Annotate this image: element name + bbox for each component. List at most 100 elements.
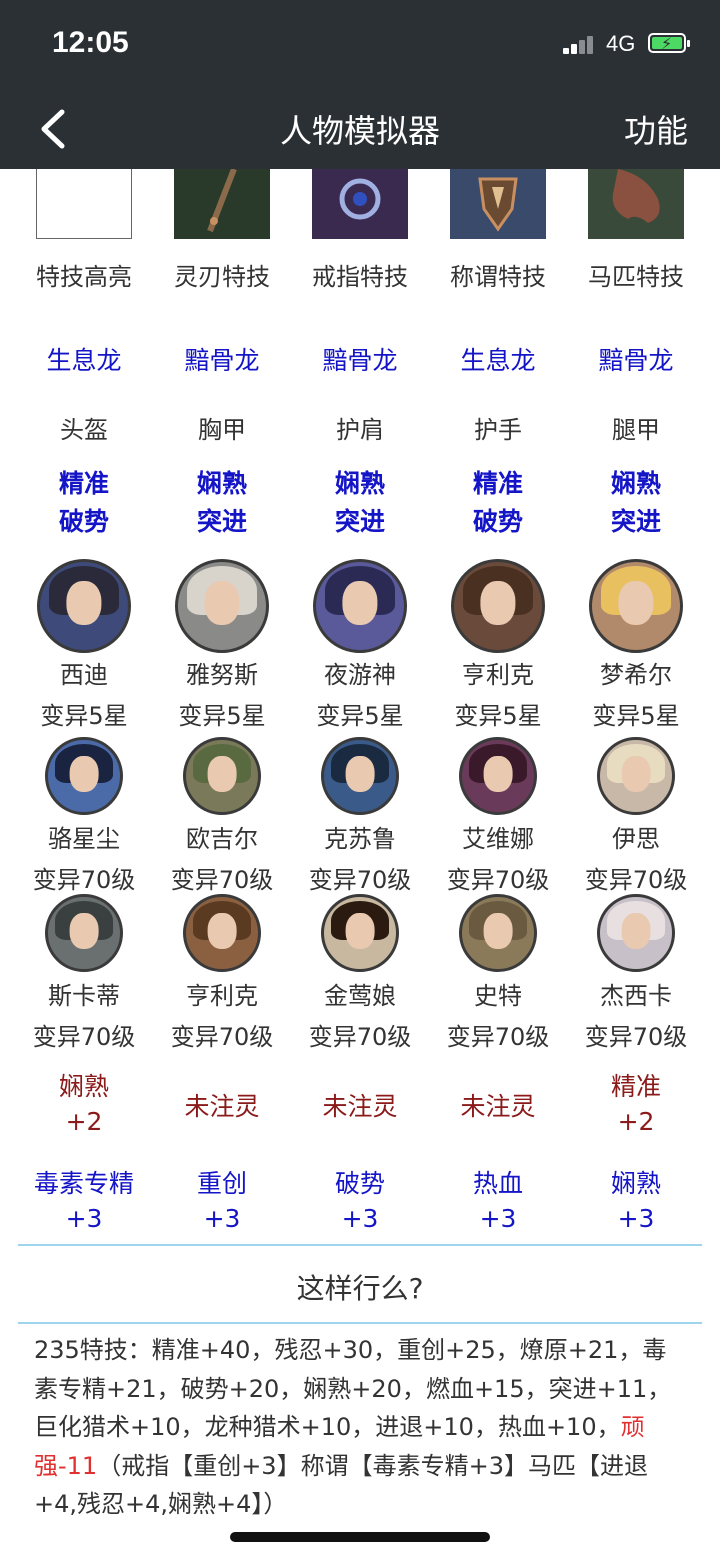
hero-avatar	[459, 737, 537, 815]
page-title: 人物模拟器	[279, 112, 440, 150]
hero-avatar	[321, 737, 399, 815]
hero-level: 变异5星	[316, 702, 404, 730]
hero-card[interactable]: 艾维娜 变异70级	[429, 737, 567, 895]
hero-card[interactable]: 欧吉尔变异70级	[153, 737, 291, 895]
hero-avatar	[45, 894, 123, 972]
hero-card[interactable]: 雅努斯 变异5星	[153, 559, 291, 731]
hero-avatar	[37, 559, 131, 653]
function-button[interactable]: 功能	[624, 106, 688, 152]
main-content: 特技高亮 灵刃特技 戒指特技 称谓特技 马匹特技 生息龙 黯骨龙 黯骨龙 生息龙…	[0, 169, 720, 1559]
hero-avatar	[597, 737, 675, 815]
status-bar: 12:05 4G ⚡	[0, 0, 720, 90]
hero-card[interactable]: 伊思 变异70级	[567, 737, 705, 895]
hero-name: 西迪	[60, 661, 108, 689]
question-text: 这样行么?	[296, 1272, 424, 1305]
network-label: 4G	[606, 31, 636, 56]
hero-card[interactable]: 斯卡蒂变异70级	[15, 894, 153, 1052]
hero-card[interactable]: 西迪变异5星	[15, 559, 153, 731]
hero-card[interactable]: 亨利克 变异70级	[153, 894, 291, 1052]
hero-avatar	[313, 559, 407, 653]
hero-avatar	[183, 894, 261, 972]
infusion-cell[interactable]: 未注灵	[291, 1067, 429, 1136]
hero-row-2: 骆星尘 变异70级 欧吉尔 变异70级 克苏鲁 变异70级 艾维娜 变异70级 伊思 变异70级	[15, 737, 705, 895]
infusion-cell[interactable]: 未注灵	[153, 1067, 291, 1136]
hero-avatar	[589, 559, 683, 653]
hero-card[interactable]: 梦希尔 变异5星	[567, 559, 705, 731]
armor-attr[interactable]: 突进	[291, 502, 429, 538]
dragon-label[interactable]: 黯骨龙	[291, 341, 429, 377]
hero-name: 杰西卡	[600, 982, 672, 1010]
hero-avatar	[175, 559, 269, 653]
summary-text: 235特技：精准+40，残忍+30，重创+25，燎原+21，毒素专精+21，破势…	[34, 1336, 672, 1518]
armor-attr[interactable]: 突进	[567, 502, 705, 538]
hero-level: 变异5星	[40, 702, 128, 730]
hero-name: 克苏鲁	[324, 825, 396, 853]
divider	[18, 1244, 702, 1246]
bonus-cell[interactable]: 破势 +3	[291, 1164, 429, 1233]
dragon-label[interactable]: 生息龙	[15, 341, 153, 377]
hero-name: 欧吉尔	[186, 825, 258, 853]
hero-card[interactable]: 亨利克 变异5星	[429, 559, 567, 731]
infusion-cell[interactable]: 娴熟 +2	[15, 1067, 153, 1136]
signal-icon	[563, 34, 599, 54]
skill-thumb-highlight[interactable]: 特技高亮	[15, 169, 153, 292]
skill-thumb-horse[interactable]: 马匹特技	[567, 169, 705, 292]
hero-card[interactable]: 克苏鲁 变异70级	[291, 737, 429, 895]
armor-attr-row-1: 精准 娴熟 娴熟 精准 娴熟	[15, 464, 705, 500]
hero-level: 变异70级	[32, 1023, 136, 1051]
skill-thumb-ring[interactable]: 戒指特技	[291, 169, 429, 292]
bonus-cell[interactable]: 重创 +3	[153, 1164, 291, 1233]
hero-avatar	[321, 894, 399, 972]
hero-card[interactable]: 骆星尘变异70级	[15, 737, 153, 895]
dagger-icon	[174, 169, 270, 239]
hero-card[interactable]: 史特 变异70级	[429, 894, 567, 1052]
hero-row-main: 西迪 变异5星 雅努斯 变异5星 夜游神 变异5星 亨利克 变异5星 梦希尔 变异5星	[15, 559, 705, 731]
horse-icon	[588, 169, 684, 239]
bonus-cell[interactable]: 娴熟 +3	[567, 1164, 705, 1233]
armor-attr[interactable]: 破势	[429, 502, 567, 538]
hero-card[interactable]: 金莺娘变异70级	[291, 894, 429, 1052]
armor-attr[interactable]: 破势	[15, 502, 153, 538]
dragon-label[interactable]: 黯骨龙	[153, 341, 291, 377]
hero-name: 骆星尘	[48, 825, 120, 853]
armor-attr[interactable]: 娴熟	[291, 464, 429, 500]
hero-name: 斯卡蒂	[48, 982, 120, 1010]
bonus-cell[interactable]: 毒素专精 +3	[15, 1164, 153, 1233]
bonus-cell[interactable]: 热血 +3	[429, 1164, 567, 1233]
hero-avatar	[451, 559, 545, 653]
hero-card[interactable]: 夜游神 变异5星	[291, 559, 429, 731]
hero-name: 亨利克	[462, 661, 534, 689]
hero-avatar	[183, 737, 261, 815]
skill-thumb-title[interactable]: 称谓特技	[429, 169, 567, 292]
hero-name: 金莺娘	[324, 982, 396, 1010]
armor-slot: 护肩	[336, 416, 384, 444]
hero-level: 变异70级	[32, 866, 136, 894]
skill-thumb-blade[interactable]: 灵刃特技	[153, 169, 291, 292]
armor-slot: 胸甲	[198, 416, 246, 444]
armor-attr[interactable]: 精准	[429, 464, 567, 500]
hero-name: 亨利克	[186, 982, 258, 1010]
hero-level: 变异70级	[446, 1023, 550, 1051]
emblem-icon	[450, 169, 546, 239]
hero-name: 雅努斯	[186, 661, 258, 689]
hero-avatar	[45, 737, 123, 815]
infusion-cell[interactable]: 未注灵	[429, 1067, 567, 1136]
skill-thumb-row: 特技高亮 灵刃特技 戒指特技 称谓特技 马匹特技	[15, 169, 705, 292]
hero-level: 变异70级	[170, 866, 274, 894]
hero-card[interactable]: 杰西卡变异70级	[567, 894, 705, 1052]
armor-attr[interactable]: 娴熟	[567, 464, 705, 500]
armor-attr[interactable]: 精准	[15, 464, 153, 500]
home-indicator[interactable]	[230, 1532, 490, 1542]
hero-level: 变异70级	[584, 866, 688, 894]
armor-attr[interactable]: 娴熟	[153, 464, 291, 500]
hero-level: 变异70级	[584, 1023, 688, 1051]
dragon-label[interactable]: 黯骨龙	[567, 341, 705, 377]
armor-attr[interactable]: 突进	[153, 502, 291, 538]
hero-level: 变异70级	[308, 1023, 412, 1051]
hero-avatar	[459, 894, 537, 972]
infusion-cell[interactable]: 精准 +2	[567, 1067, 705, 1136]
dragon-label[interactable]: 生息龙	[429, 341, 567, 377]
infusion-row: 娴熟 +2 未注灵 未注灵 未注灵 精准 +2	[15, 1067, 705, 1136]
hero-avatar	[597, 894, 675, 972]
nav-bar: 人物模拟器 功能	[0, 90, 720, 169]
